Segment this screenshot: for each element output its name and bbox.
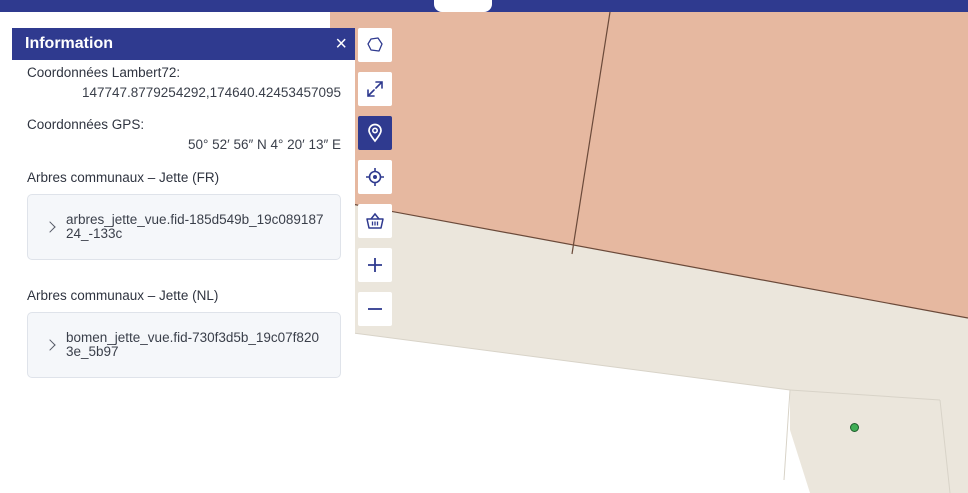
feature-item[interactable]: arbres_jette_vue.fid-185d549b_19c0891872… bbox=[27, 194, 341, 260]
zoom-in-button[interactable] bbox=[358, 248, 392, 282]
layer-title: Arbres communaux – Jette (NL) bbox=[27, 288, 219, 303]
zoom-in-icon bbox=[368, 258, 382, 272]
feature-id: arbres_jette_vue.fid-185d549b_19c0891872… bbox=[66, 212, 324, 241]
information-panel: Information × Coordonnées Lambert72: 147… bbox=[12, 28, 355, 493]
chevron-right-icon bbox=[44, 339, 56, 351]
gps-value: 50° 52′ 56″ N 4° 20′ 13″ E bbox=[187, 137, 341, 152]
location-pin-icon bbox=[368, 123, 382, 143]
lambert-value: 147747.8779254292,174640.42453457095 bbox=[81, 85, 341, 100]
fullscreen-icon bbox=[367, 81, 383, 97]
fullscreen-button[interactable] bbox=[358, 72, 392, 106]
panel-header: Information × bbox=[12, 28, 355, 60]
polygon-select-icon bbox=[367, 37, 383, 52]
close-icon[interactable]: × bbox=[335, 34, 347, 54]
gps-label: Coordonnées GPS: bbox=[27, 117, 145, 132]
zoom-out-button[interactable] bbox=[358, 292, 392, 326]
polygon-select-button[interactable] bbox=[358, 28, 392, 62]
top-bar-tab[interactable] bbox=[434, 0, 492, 12]
feature-item[interactable]: bomen_jette_vue.fid-730f3d5b_19c07f8203e… bbox=[27, 312, 341, 378]
geolocate-button[interactable] bbox=[358, 160, 392, 194]
feature-id: bomen_jette_vue.fid-730f3d5b_19c07f8203e… bbox=[66, 330, 319, 359]
panel-title: Information bbox=[25, 35, 113, 52]
layer-title: Arbres communaux – Jette (FR) bbox=[27, 170, 220, 185]
basket-icon bbox=[366, 212, 384, 229]
identify-button[interactable] bbox=[358, 116, 392, 150]
lambert-label: Coordonnées Lambert72: bbox=[27, 65, 181, 80]
geolocate-icon bbox=[366, 168, 384, 186]
panel-body: Coordonnées Lambert72: 147747.8779254292… bbox=[12, 60, 355, 378]
basket-button[interactable] bbox=[358, 204, 392, 238]
tree-marker[interactable] bbox=[850, 423, 859, 432]
chevron-right-icon bbox=[44, 221, 56, 233]
zoom-out-icon bbox=[368, 308, 382, 310]
